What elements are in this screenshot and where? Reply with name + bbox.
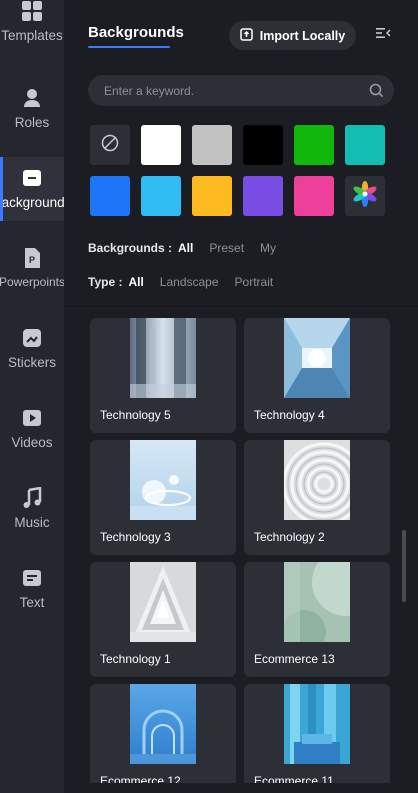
swatch-no-color[interactable] — [90, 125, 130, 165]
rail-item-backgrounds[interactable]: Backgrounds — [0, 157, 64, 221]
filter-backgrounds-preset[interactable]: Preset — [209, 241, 244, 255]
filter-type-portrait[interactable]: Portrait — [235, 275, 274, 289]
rail-label-text: Text — [19, 595, 45, 610]
scrollbar-thumb[interactable] — [402, 530, 406, 602]
background-card[interactable]: Technology 5 — [90, 318, 236, 433]
background-thumbnail — [130, 684, 196, 764]
rail-label-stickers: Stickers — [7, 355, 56, 370]
background-thumbnail — [284, 318, 350, 398]
swatch-custom-color[interactable] — [345, 176, 385, 216]
background-thumbnail — [130, 318, 196, 398]
rail-item-stickers[interactable]: Stickers — [0, 317, 64, 381]
tab-backgrounds[interactable]: Backgrounds — [88, 24, 184, 41]
section-divider — [64, 306, 418, 307]
background-card[interactable]: Technology 1 — [90, 562, 236, 677]
filter-type-landscape[interactable]: Landscape — [160, 275, 219, 289]
backgrounds-filter-label: Backgrounds : — [88, 241, 173, 255]
background-card[interactable]: Technology 3 — [90, 440, 236, 555]
rail-item-templates[interactable]: Templates — [0, 0, 64, 54]
swatch-pink[interactable] — [294, 176, 334, 216]
rail-label-templates: Templates — [1, 28, 63, 43]
swatch-purple[interactable] — [243, 176, 283, 216]
swatch-black[interactable] — [243, 125, 283, 165]
swatch-yellow[interactable] — [192, 176, 232, 216]
background-thumbnail — [284, 684, 350, 764]
background-icon — [21, 167, 43, 189]
sticker-icon — [21, 327, 43, 349]
svg-text:P: P — [29, 255, 35, 265]
rail-item-roles[interactable]: Roles — [0, 77, 64, 141]
background-card[interactable]: Ecommerce 11 — [244, 684, 390, 783]
search-input[interactable] — [104, 75, 354, 106]
video-icon — [21, 407, 43, 429]
search-icon[interactable] — [369, 83, 384, 98]
import-locally-button[interactable]: Import Locally — [229, 21, 356, 50]
background-card-title: Ecommerce 13 — [254, 652, 335, 666]
background-thumbnail — [130, 562, 196, 642]
rail-label-music: Music — [14, 515, 50, 530]
filter-backgrounds-my[interactable]: My — [260, 241, 276, 255]
type-filter-label: Type : — [88, 275, 123, 289]
background-card[interactable]: Ecommerce 12 — [90, 684, 236, 783]
background-card-title: Technology 1 — [100, 652, 171, 666]
collapse-panel-button[interactable] — [374, 26, 392, 44]
search-bar — [88, 75, 394, 106]
no-color-icon — [101, 134, 119, 157]
rail-label-backgrounds: Backgrounds — [0, 195, 64, 210]
background-card-title: Technology 3 — [100, 530, 171, 544]
background-card-title: Technology 2 — [254, 530, 325, 544]
backgrounds-panel: Backgrounds Import Locally Enter a keywo… — [64, 0, 418, 793]
upload-icon — [240, 27, 253, 44]
background-thumbnail — [284, 562, 350, 642]
background-card-title: Ecommerce 11 — [254, 774, 334, 783]
music-icon — [21, 487, 43, 509]
rail-label-videos: Videos — [11, 435, 53, 450]
background-thumbnail — [284, 440, 350, 520]
swatch-gray[interactable] — [192, 125, 232, 165]
filter-type-all[interactable]: All — [128, 275, 143, 289]
filter-backgrounds-all[interactable]: All — [178, 241, 193, 255]
swatch-teal[interactable] — [345, 125, 385, 165]
collapse-icon — [375, 26, 391, 45]
color-wheel-icon — [352, 180, 378, 212]
background-card[interactable]: Technology 4 — [244, 318, 390, 433]
import-locally-label: Import Locally — [259, 28, 346, 43]
background-card-title: Technology 5 — [100, 408, 171, 422]
rail-item-videos[interactable]: Videos — [0, 397, 64, 461]
background-grid: Technology 5 Technology 4 Technology 3 T… — [90, 318, 390, 783]
background-thumbnail — [130, 440, 196, 520]
rail-item-text[interactable]: Text — [0, 557, 64, 621]
swatch-blue[interactable] — [90, 176, 130, 216]
role-icon — [21, 87, 43, 109]
swatch-sky-blue[interactable] — [141, 176, 181, 216]
background-card[interactable]: Technology 2 — [244, 440, 390, 555]
background-card[interactable]: Ecommerce 13 — [244, 562, 390, 677]
left-rail: Templates Roles Backgrounds P Powerpoint… — [0, 0, 64, 793]
rail-item-powerpoints[interactable]: P Powerpoints — [0, 237, 64, 301]
backgrounds-filter: Backgrounds : All Preset My — [88, 241, 276, 255]
text-icon — [21, 567, 43, 589]
templates-icon — [21, 0, 43, 22]
type-filter: Type : All Landscape Portrait — [88, 275, 273, 289]
swatch-green[interactable] — [294, 125, 334, 165]
swatch-white[interactable] — [141, 125, 181, 165]
background-card-title: Technology 4 — [254, 408, 325, 422]
background-card-title: Ecommerce 12 — [100, 774, 181, 783]
rail-item-music[interactable]: Music — [0, 477, 64, 541]
powerpoint-icon: P — [21, 247, 43, 269]
tab-active-indicator — [88, 46, 170, 48]
rail-label-roles: Roles — [14, 115, 50, 130]
rail-label-powerpoints: Powerpoints — [0, 275, 64, 289]
